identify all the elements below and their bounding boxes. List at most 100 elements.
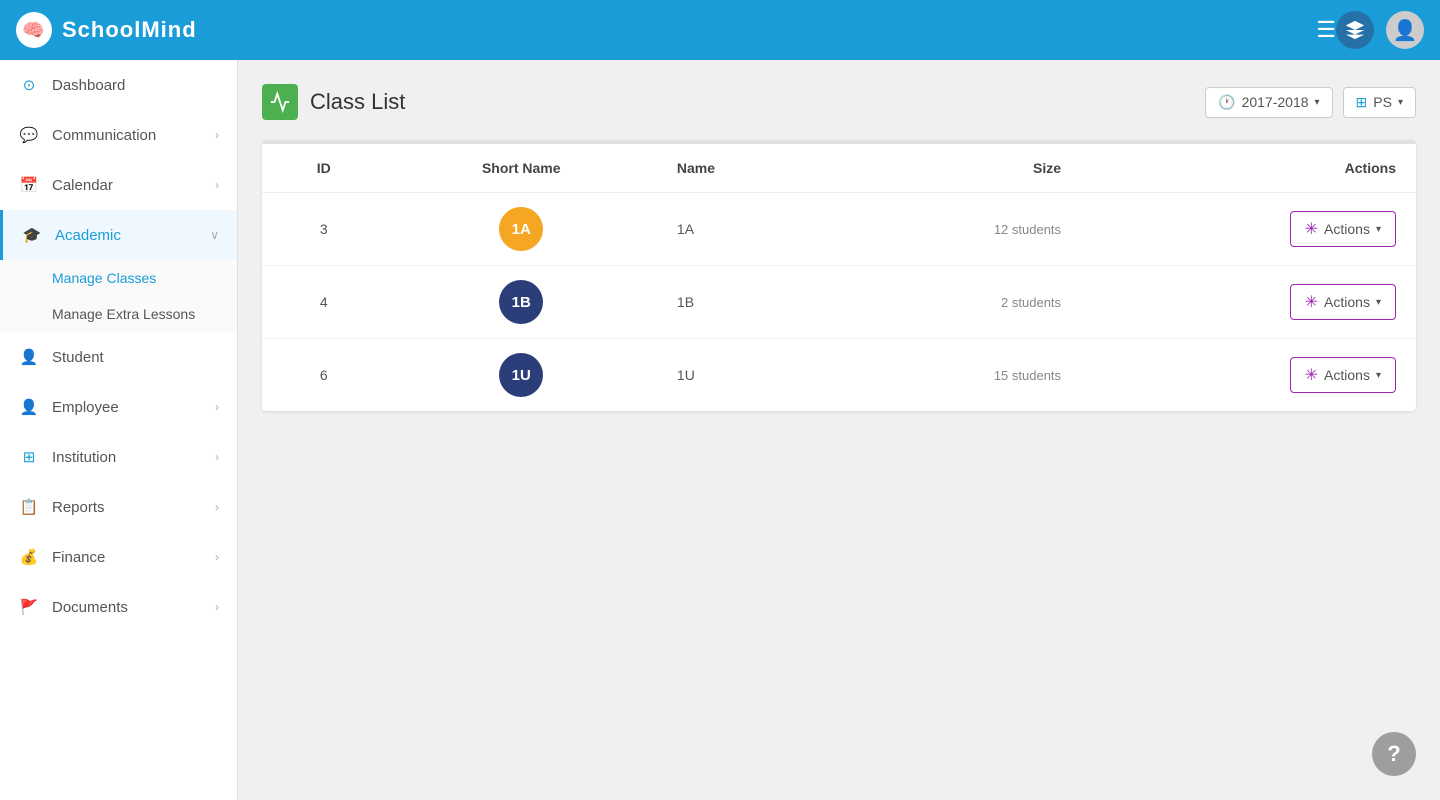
table-row: 6 1U 1U 15 students ✳ bbox=[262, 339, 1416, 412]
school-badge[interactable] bbox=[1336, 11, 1374, 49]
logo-icon: 🧠 bbox=[16, 12, 52, 48]
chevron-right-icon: › bbox=[215, 550, 219, 564]
actions-button-1a[interactable]: ✳ Actions ▾ bbox=[1290, 211, 1396, 247]
submenu-item-manage-extra-lessons[interactable]: Manage Extra Lessons bbox=[0, 296, 237, 332]
cell-name: 1B bbox=[657, 266, 836, 339]
sidebar-item-finance[interactable]: 💰 Finance › bbox=[0, 532, 237, 582]
dashboard-icon: ⊙ bbox=[18, 74, 40, 96]
cell-size: 12 students bbox=[836, 193, 1081, 266]
sidebar-item-label: Finance bbox=[52, 549, 105, 566]
caret-down-icon: ▾ bbox=[1376, 224, 1381, 235]
student-icon: 👤 bbox=[18, 346, 40, 368]
submenu-item-manage-classes[interactable]: Manage Classes bbox=[0, 260, 237, 296]
cell-id: 3 bbox=[262, 193, 386, 266]
sidebar: ⊙ Dashboard 💬 Communication › 📅 Calendar… bbox=[0, 60, 238, 800]
class-list-table: ID Short Name Name Size Actions 3 1A bbox=[262, 144, 1416, 411]
cell-name: 1A bbox=[657, 193, 836, 266]
logo: 🧠 SchoolMind bbox=[16, 12, 1304, 48]
sidebar-item-label: Reports bbox=[52, 499, 105, 516]
school-value: PS bbox=[1373, 94, 1392, 110]
header-right: 👤 bbox=[1336, 11, 1424, 49]
school-selector-button[interactable]: ⊞ PS ▾ bbox=[1343, 87, 1416, 118]
finance-icon: 💰 bbox=[18, 546, 40, 568]
chevron-right-icon: › bbox=[215, 178, 219, 192]
employee-icon: 👤 bbox=[18, 396, 40, 418]
sidebar-item-calendar[interactable]: 📅 Calendar › bbox=[0, 160, 237, 210]
grid-icon: ⊞ bbox=[1356, 94, 1368, 111]
reports-icon: 📋 bbox=[18, 496, 40, 518]
table-row: 4 1B 1B 2 students ✳ bbox=[262, 266, 1416, 339]
sidebar-item-documents[interactable]: 🚩 Documents › bbox=[0, 582, 237, 632]
asterisk-icon: ✳ bbox=[1305, 365, 1318, 385]
chevron-down-icon: ∨ bbox=[210, 228, 219, 242]
year-selector-button[interactable]: 🕐 2017-2018 ▾ bbox=[1205, 87, 1332, 118]
clock-icon: 🕐 bbox=[1218, 94, 1235, 111]
sidebar-item-dashboard[interactable]: ⊙ Dashboard bbox=[0, 60, 237, 110]
asterisk-icon: ✳ bbox=[1305, 219, 1318, 239]
sidebar-item-label: Institution bbox=[52, 449, 116, 466]
chevron-down-icon: ▾ bbox=[1315, 97, 1320, 108]
communication-icon: 💬 bbox=[18, 124, 40, 146]
class-badge-1a: 1A bbox=[499, 207, 543, 251]
table-header: ID Short Name Name Size Actions bbox=[262, 144, 1416, 193]
col-size: Size bbox=[836, 144, 1081, 193]
academic-submenu: Manage Classes Manage Extra Lessons bbox=[0, 260, 237, 332]
year-value: 2017-2018 bbox=[1242, 94, 1309, 110]
cell-id: 6 bbox=[262, 339, 386, 412]
sidebar-item-label: Dashboard bbox=[52, 77, 125, 94]
sidebar-item-label: Academic bbox=[55, 227, 121, 244]
cell-actions: ✳ Actions ▾ bbox=[1081, 193, 1416, 266]
chevron-right-icon: › bbox=[215, 128, 219, 142]
sidebar-item-label: Employee bbox=[52, 399, 119, 416]
col-actions: Actions bbox=[1081, 144, 1416, 193]
sidebar-item-label: Student bbox=[52, 349, 104, 366]
cell-name: 1U bbox=[657, 339, 836, 412]
chevron-down-icon: ▾ bbox=[1398, 97, 1403, 108]
class-list-table-card: ID Short Name Name Size Actions 3 1A bbox=[262, 140, 1416, 411]
page-title-icon bbox=[262, 84, 298, 120]
col-id: ID bbox=[262, 144, 386, 193]
sidebar-item-student[interactable]: 👤 Student bbox=[0, 332, 237, 382]
chevron-right-icon: › bbox=[215, 500, 219, 514]
page-header: Class List 🕐 2017-2018 ▾ ⊞ PS ▾ bbox=[262, 84, 1416, 120]
academic-icon: 🎓 bbox=[21, 224, 43, 246]
actions-button-1b[interactable]: ✳ Actions ▾ bbox=[1290, 284, 1396, 320]
cell-short-name: 1U bbox=[386, 339, 657, 412]
institution-icon: ⊞ bbox=[18, 446, 40, 468]
actions-button-1u[interactable]: ✳ Actions ▾ bbox=[1290, 357, 1396, 393]
cell-short-name: 1B bbox=[386, 266, 657, 339]
caret-down-icon: ▾ bbox=[1376, 297, 1381, 308]
sidebar-item-label: Documents bbox=[52, 599, 128, 616]
sidebar-item-academic[interactable]: 🎓 Academic ∨ bbox=[0, 210, 237, 260]
main-content: Class List 🕐 2017-2018 ▾ ⊞ PS ▾ bbox=[238, 60, 1440, 800]
sidebar-item-communication[interactable]: 💬 Communication › bbox=[0, 110, 237, 160]
sidebar-item-employee[interactable]: 👤 Employee › bbox=[0, 382, 237, 432]
sidebar-item-reports[interactable]: 📋 Reports › bbox=[0, 482, 237, 532]
cell-size: 15 students bbox=[836, 339, 1081, 412]
menu-button[interactable]: ☰ bbox=[1316, 17, 1336, 43]
chevron-right-icon: › bbox=[215, 400, 219, 414]
page-title: Class List bbox=[310, 89, 405, 115]
cell-actions: ✳ Actions ▾ bbox=[1081, 339, 1416, 412]
table-body: 3 1A 1A 12 students ✳ bbox=[262, 193, 1416, 412]
sidebar-item-institution[interactable]: ⊞ Institution › bbox=[0, 432, 237, 482]
sidebar-item-label: Communication bbox=[52, 127, 156, 144]
cell-id: 4 bbox=[262, 266, 386, 339]
chevron-right-icon: › bbox=[215, 450, 219, 464]
page-title-area: Class List bbox=[262, 84, 405, 120]
table-row: 3 1A 1A 12 students ✳ bbox=[262, 193, 1416, 266]
help-button[interactable]: ? bbox=[1372, 732, 1416, 776]
caret-down-icon: ▾ bbox=[1376, 370, 1381, 381]
documents-icon: 🚩 bbox=[18, 596, 40, 618]
cell-size: 2 students bbox=[836, 266, 1081, 339]
class-badge-1b: 1B bbox=[499, 280, 543, 324]
calendar-icon: 📅 bbox=[18, 174, 40, 196]
chevron-right-icon: › bbox=[215, 600, 219, 614]
sidebar-item-label: Calendar bbox=[52, 177, 113, 194]
layout: ⊙ Dashboard 💬 Communication › 📅 Calendar… bbox=[0, 60, 1440, 800]
cell-actions: ✳ Actions ▾ bbox=[1081, 266, 1416, 339]
user-avatar[interactable]: 👤 bbox=[1386, 11, 1424, 49]
cell-short-name: 1A bbox=[386, 193, 657, 266]
col-short-name: Short Name bbox=[386, 144, 657, 193]
page-controls: 🕐 2017-2018 ▾ ⊞ PS ▾ bbox=[1205, 87, 1416, 118]
